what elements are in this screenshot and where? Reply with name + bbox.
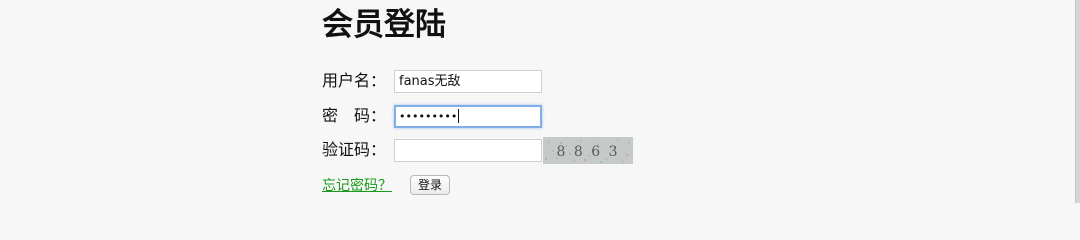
text-caret <box>458 109 460 123</box>
login-button[interactable]: 登录 <box>410 175 451 195</box>
password-row: 密 码： ••••••••• <box>322 103 542 129</box>
username-label: 用户名： <box>322 71 387 90</box>
captcha-graphic: 8 8 6 3 <box>543 136 633 164</box>
captcha-row: 验证码： 8 8 6 3 <box>322 136 633 164</box>
forgot-password-link[interactable]: 忘记密码？ <box>322 175 392 195</box>
page-title: 会员登陆 <box>322 7 446 43</box>
password-value: ••••••••• <box>399 109 458 123</box>
username-value: fanas无敌 <box>399 73 461 89</box>
username-input[interactable]: fanas无敌 <box>394 69 542 93</box>
window-scrollbar[interactable] <box>1075 0 1080 203</box>
captcha-image[interactable]: 8 8 6 3 <box>543 136 633 164</box>
captcha-text: 8 8 6 3 <box>557 144 620 160</box>
login-page: 会员登陆 用户名： fanas无敌 密 码： ••••••••• 验证码： 8 … <box>0 0 1080 203</box>
password-label: 密 码： <box>322 106 387 125</box>
username-row: 用户名： fanas无敌 <box>322 68 542 94</box>
captcha-input[interactable] <box>394 138 542 162</box>
actions-row: 忘记密码？ 登录 <box>322 172 451 198</box>
captcha-label: 验证码： <box>322 140 387 159</box>
password-input[interactable]: ••••••••• <box>394 104 542 128</box>
